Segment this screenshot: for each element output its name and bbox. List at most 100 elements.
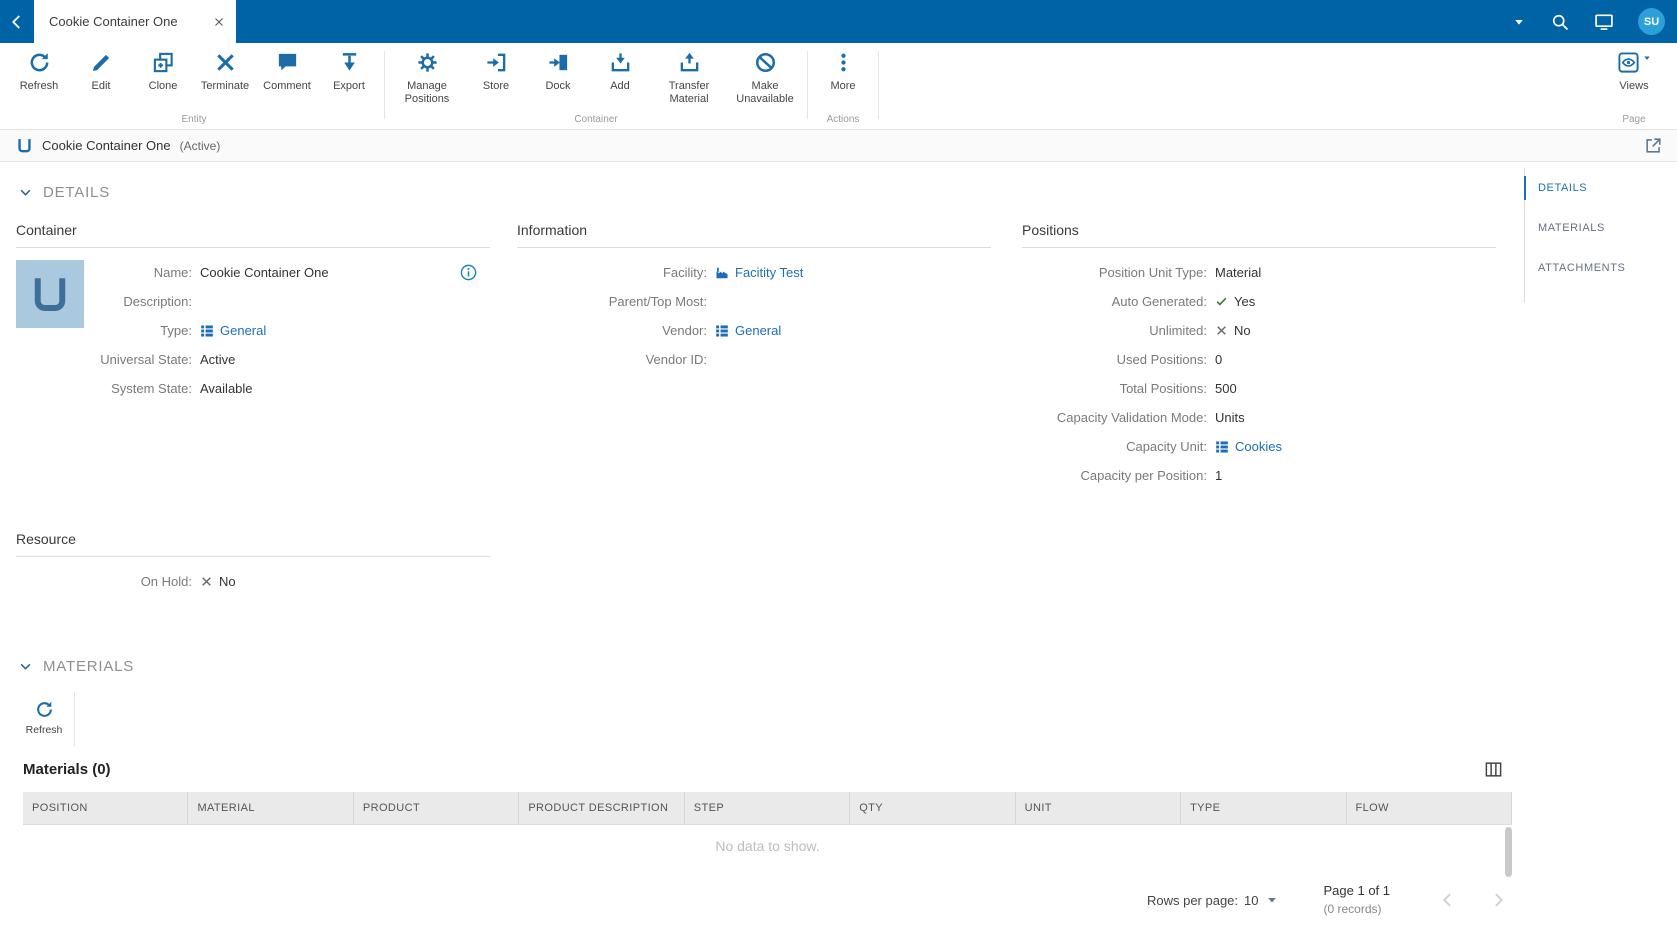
field-row-unlimited: Unlimited: No bbox=[1022, 316, 1496, 345]
ribbon-group-label: Entity bbox=[181, 114, 207, 125]
store-button[interactable]: Store bbox=[465, 43, 527, 112]
back-button[interactable] bbox=[0, 0, 34, 43]
avatar[interactable]: SU bbox=[1638, 8, 1665, 35]
edit-label: Edit bbox=[91, 80, 111, 92]
field-row-universal-state: Universal State: Active bbox=[84, 345, 490, 374]
details-section-header[interactable]: DETAILS bbox=[18, 184, 110, 201]
field-label-used-positions: Used Positions: bbox=[1116, 352, 1207, 367]
transfer-material-button[interactable]: Transfer Material bbox=[651, 43, 727, 112]
add-icon bbox=[609, 51, 632, 74]
topbar: Cookie Container One SU bbox=[0, 0, 1677, 43]
column-header-qty[interactable]: QTY bbox=[850, 792, 1016, 824]
chevron-down-icon[interactable] bbox=[1512, 15, 1526, 29]
column-header-material[interactable]: MATERIAL bbox=[188, 792, 354, 824]
column-header-step[interactable]: STEP bbox=[685, 792, 851, 824]
column-header-position[interactable]: POSITION bbox=[23, 792, 189, 824]
search-icon[interactable] bbox=[1550, 12, 1570, 32]
pagination: Rows per page: 10 Page 1 of 1 (0 records… bbox=[23, 882, 1512, 918]
field-value-position-unit-type: Material bbox=[1215, 265, 1262, 280]
add-label: Add bbox=[610, 80, 630, 92]
records-count: (0 records) bbox=[1323, 901, 1382, 916]
edit-button[interactable]: Edit bbox=[70, 43, 132, 112]
field-value-system-state: Available bbox=[200, 381, 253, 396]
open-panel-icon[interactable] bbox=[1644, 136, 1663, 155]
info-icon[interactable] bbox=[459, 263, 478, 282]
page-title: Cookie Container One bbox=[42, 138, 171, 153]
field-value-facility[interactable]: Facitity Test bbox=[715, 265, 803, 280]
field-label-capacity-unit: Capacity Unit: bbox=[1126, 439, 1207, 454]
manage-positions-button[interactable]: Manage Positions bbox=[389, 43, 465, 112]
make-unavailable-label: Make Unavailable bbox=[736, 80, 794, 106]
views-icon bbox=[1617, 51, 1640, 74]
monitor-icon[interactable] bbox=[1594, 12, 1614, 32]
field-label-unlimited: Unlimited: bbox=[1149, 323, 1207, 338]
field-value-vendor[interactable]: General bbox=[715, 323, 781, 338]
manage-positions-icon bbox=[416, 51, 439, 74]
field-value-total-positions: 500 bbox=[1215, 381, 1237, 396]
field-row-total-positions: Total Positions: 500 bbox=[1022, 374, 1496, 403]
column-header-type[interactable]: TYPE bbox=[1181, 792, 1347, 824]
field-row-position-unit-type: Position Unit Type: Material bbox=[1022, 258, 1496, 287]
materials-section-header[interactable]: MATERIALS bbox=[18, 658, 134, 675]
side-nav-details[interactable]: DETAILS bbox=[1524, 168, 1677, 208]
field-row-used-positions: Used Positions: 0 bbox=[1022, 345, 1496, 374]
terminate-label: Terminate bbox=[200, 80, 250, 92]
materials-table-title: Materials (0) bbox=[23, 761, 111, 778]
export-label: Export bbox=[333, 80, 365, 92]
comment-button[interactable]: Comment bbox=[256, 43, 318, 112]
details-column-information: Information Facility: Facitity Test Parent/… bbox=[517, 222, 991, 374]
tab-title: Cookie Container One bbox=[49, 14, 178, 29]
rows-per-page-label: Rows per page: bbox=[1146, 892, 1239, 908]
terminate-icon bbox=[214, 51, 237, 74]
export-button[interactable]: Export bbox=[318, 43, 380, 112]
transfer-material-label: Transfer Material bbox=[668, 80, 710, 106]
field-value-name: Cookie Container One bbox=[200, 265, 329, 280]
refresh-button[interactable]: Refresh bbox=[8, 43, 70, 112]
field-row-system-state: System State: Available bbox=[84, 374, 490, 403]
field-label-vendor-id: Vendor ID: bbox=[645, 352, 707, 367]
dock-button[interactable]: Dock bbox=[527, 43, 589, 112]
close-icon[interactable] bbox=[212, 15, 226, 29]
more-button[interactable]: More bbox=[812, 43, 874, 112]
field-value-used-positions: 0 bbox=[1215, 352, 1223, 367]
field-value-capacity-unit[interactable]: Cookies bbox=[1215, 439, 1282, 454]
materials-refresh-button[interactable]: Refresh bbox=[16, 692, 72, 746]
column-header-flow[interactable]: FLOW bbox=[1347, 792, 1512, 824]
chevron-right-icon[interactable] bbox=[1488, 890, 1508, 910]
field-value-type[interactable]: General bbox=[200, 323, 266, 338]
container-icon bbox=[29, 273, 71, 315]
caret-down-icon bbox=[1265, 893, 1279, 907]
field-label-capacity-validation-mode: Capacity Validation Mode: bbox=[1056, 410, 1207, 425]
ribbon-group-actions: More Actions bbox=[808, 43, 878, 129]
field-label-description: Description: bbox=[123, 294, 192, 309]
field-value-auto-generated: Yes bbox=[1215, 294, 1255, 309]
ribbon-group-container: Manage Positions Store Dock Add Transfer Mat… bbox=[385, 43, 807, 129]
views-button[interactable]: Views bbox=[1603, 43, 1665, 112]
field-row-name: Name: Cookie Container One bbox=[84, 258, 490, 287]
make-unavailable-button[interactable]: Make Unavailable bbox=[727, 43, 803, 112]
side-nav-materials[interactable]: MATERIALS bbox=[1524, 208, 1677, 248]
container-image-tile bbox=[16, 260, 84, 328]
rows-per-page-select[interactable]: Rows per page: 10 bbox=[1147, 893, 1279, 908]
side-nav-attachments[interactable]: ATTACHMENTS bbox=[1524, 248, 1677, 288]
clone-button[interactable]: Clone bbox=[132, 43, 194, 112]
add-button[interactable]: Add bbox=[589, 43, 651, 112]
tab-cookie-container-one[interactable]: Cookie Container One bbox=[34, 0, 236, 43]
chevron-left-icon[interactable] bbox=[1438, 890, 1458, 910]
views-button-label: Views bbox=[1619, 80, 1649, 92]
table-scrollbar[interactable] bbox=[1505, 827, 1512, 877]
terminate-button[interactable]: Terminate bbox=[194, 43, 256, 112]
column-header-product-description[interactable]: PRODUCT DESCRIPTION bbox=[519, 792, 685, 824]
column-picker-icon[interactable] bbox=[1484, 760, 1503, 779]
field-label-parent-top-most: Parent/Top Most: bbox=[608, 294, 707, 309]
ribbon-group-entity: Refresh Edit Clone Terminate Comment Export En… bbox=[4, 43, 384, 129]
factory-icon bbox=[715, 266, 729, 280]
details-section-title: DETAILS bbox=[43, 184, 111, 201]
field-label-universal-state: Universal State: bbox=[100, 352, 192, 367]
column-header-unit[interactable]: UNIT bbox=[1016, 792, 1182, 824]
column-title-information: Information bbox=[517, 222, 991, 248]
column-header-product[interactable]: PRODUCT bbox=[354, 792, 520, 824]
field-label-auto-generated: Auto Generated: bbox=[1111, 294, 1207, 309]
resource-group: Resource On Hold: No bbox=[16, 531, 490, 596]
topbar-actions: SU bbox=[1512, 8, 1677, 35]
